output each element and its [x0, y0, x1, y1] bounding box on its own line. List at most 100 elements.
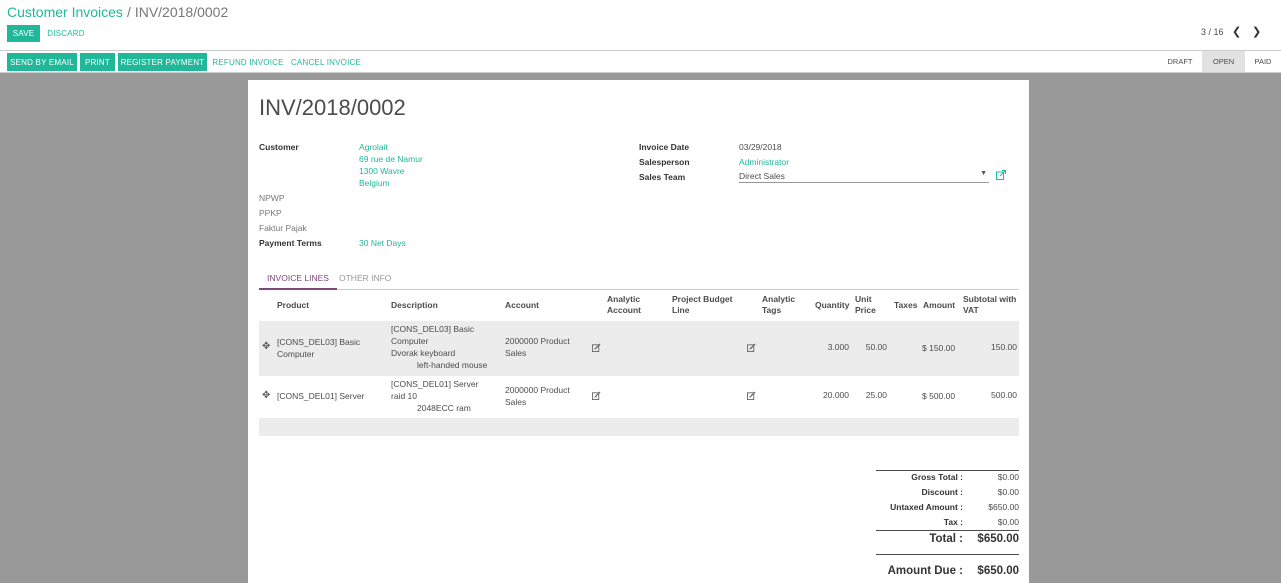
invoice-sheet: INV/2018/0002 Customer Agrolait 69 rue d…	[248, 80, 1029, 583]
untaxed-row: Untaxed Amount : $650.00	[876, 502, 1019, 517]
invoice-date-value[interactable]: 03/29/2018	[739, 142, 782, 152]
chevron-left-icon[interactable]: ❮	[1232, 25, 1241, 38]
line-description: [CONS_DEL03] Basic Computer Dvorak keyboar…	[391, 323, 487, 371]
totals-divider	[876, 530, 1019, 531]
edit-icon[interactable]	[747, 391, 756, 400]
external-link-icon[interactable]	[996, 170, 1006, 180]
print-button[interactable]: PRINT	[80, 53, 115, 71]
gross-total-value: $0.00	[997, 472, 1019, 482]
col-description[interactable]: Description	[391, 300, 438, 311]
ppkp-label: PPKP	[259, 208, 282, 218]
line-quantity: 20.000	[823, 390, 849, 400]
stage-paid: PAID	[1254, 57, 1272, 66]
invoice-title: INV/2018/0002	[259, 95, 406, 120]
faktur-pajak-label: Faktur Pajak	[259, 223, 307, 233]
total-label: Total :	[929, 533, 963, 545]
discount-label: Discount :	[921, 487, 963, 497]
untaxed-value: $650.00	[988, 502, 1019, 512]
line-product: [CONS_DEL03] Basic Computer	[277, 336, 360, 360]
drag-handle-icon[interactable]: ✥	[262, 341, 270, 352]
gross-total-row: Gross Total : $0.00	[876, 472, 1019, 487]
customer-address-city: 1300 Wavre	[359, 166, 405, 176]
breadcrumb-customer-invoices[interactable]: Customer Invoices	[7, 4, 123, 20]
line-subtotal: 150.00	[991, 342, 1017, 352]
customer-label: Customer	[259, 142, 299, 152]
cancel-invoice-button[interactable]: CANCEL INVOICE	[289, 53, 363, 71]
pager-value[interactable]: 3 / 16	[1201, 27, 1224, 37]
breadcrumb: Customer Invoices / INV/2018/0002	[7, 4, 228, 20]
save-button[interactable]: SAVE	[7, 25, 40, 42]
line-account-line1: 2000000 Product	[505, 336, 570, 346]
edit-icon[interactable]	[747, 343, 756, 352]
col-unit-price[interactable]: Unit Price	[855, 294, 876, 316]
col-unit-line1: Unit	[855, 294, 872, 304]
col-analytic-tags[interactable]: Analytic Tags	[762, 294, 795, 316]
salesperson-value[interactable]: Administrator	[739, 157, 789, 167]
stage-open: OPEN	[1202, 51, 1245, 72]
refund-invoice-button[interactable]: REFUND INVOICE	[210, 53, 286, 71]
col-tags-line1: Analytic	[762, 294, 796, 304]
line-description-line3: 2048ECC ram	[417, 403, 471, 413]
pager: 3 / 16 ❮ ❯	[1201, 26, 1281, 40]
line-account-line2: Sales	[505, 397, 527, 407]
col-analytic-account-line1: Analytic	[607, 294, 641, 304]
totals-divider	[876, 470, 1019, 471]
add-line-row[interactable]	[259, 418, 1019, 436]
line-description-line1: [CONS_DEL01] Server	[391, 379, 479, 389]
line-subtotal: 500.00	[991, 390, 1017, 400]
sales-team-label: Sales Team	[639, 172, 686, 182]
col-product[interactable]: Product	[277, 300, 309, 311]
line-description-line2: Computer	[391, 336, 429, 346]
col-budget-line2: Line	[672, 305, 690, 315]
customer-name[interactable]: Agrolait	[359, 142, 388, 152]
tab-invoice-lines[interactable]: INVOICE LINES	[259, 270, 337, 290]
register-payment-button[interactable]: REGISTER PAYMENT	[118, 53, 207, 71]
notebook-tabs: INVOICE LINES OTHER INFO	[259, 270, 1019, 290]
line-quantity: 3.000	[827, 342, 849, 352]
total-value: $650.00	[977, 533, 1019, 545]
col-tags-line2: Tags	[762, 305, 782, 315]
col-taxes[interactable]: Taxes	[894, 300, 917, 311]
sales-team-select[interactable]: Direct Sales ▼	[739, 170, 989, 183]
salesperson-label: Salesperson	[639, 157, 690, 167]
invoice-date-label: Invoice Date	[639, 142, 690, 152]
tax-value: $0.00	[997, 517, 1019, 527]
stage-draft: DRAFT	[1167, 57, 1193, 66]
payment-terms-value[interactable]: 30 Net Days	[359, 238, 406, 248]
table-row[interactable]: ✥ [CONS_DEL01] Server [CONS_DEL01] Serve…	[259, 376, 1019, 418]
col-amount[interactable]: Amount	[923, 300, 955, 311]
control-panel: Customer Invoices / INV/2018/0002 SAVE DIS…	[0, 0, 1281, 50]
line-product-line1: [CONS_DEL03] Basic	[277, 337, 361, 347]
line-unit-price: 25.00	[865, 390, 887, 400]
line-account-line1: 2000000 Product	[505, 385, 570, 395]
amount-due-value: $650.00	[977, 565, 1019, 577]
send-by-email-button[interactable]: SEND BY EMAIL	[7, 53, 77, 71]
totals-divider	[876, 554, 1019, 555]
table-row[interactable]: ✥ [CONS_DEL03] Basic Computer [CONS_DEL03…	[259, 321, 1019, 376]
drag-handle-icon[interactable]: ✥	[262, 390, 270, 401]
amount-due-row: Amount Due : $650.00	[876, 565, 1019, 583]
tab-other-info[interactable]: OTHER INFO	[339, 270, 391, 290]
col-quantity[interactable]: Quantity	[815, 300, 849, 311]
line-description: [CONS_DEL01] Server raid 10 2048ECC ram	[391, 378, 478, 414]
line-account: 2000000 Product Sales	[505, 335, 570, 359]
customer-address-country: Belgium	[359, 178, 390, 188]
col-subtotal-vat[interactable]: Subtotal with VAT	[963, 294, 1016, 316]
customer-address-street: 69 rue de Namur	[359, 154, 423, 164]
breadcrumb-current: INV/2018/0002	[134, 4, 229, 20]
amount-due-label: Amount Due :	[887, 565, 963, 577]
edit-icon[interactable]	[592, 343, 601, 352]
col-analytic-account-line2: Account	[607, 305, 641, 315]
col-account[interactable]: Account	[505, 300, 539, 311]
col-analytic-account[interactable]: Analytic Account	[607, 294, 641, 316]
edit-icon[interactable]	[592, 391, 601, 400]
col-project-budget-line[interactable]: Project Budget Line	[672, 294, 732, 316]
discard-button[interactable]: DISCARD	[44, 25, 88, 42]
chevron-right-icon[interactable]: ❯	[1252, 25, 1261, 38]
sales-team-value: Direct Sales	[739, 171, 785, 181]
untaxed-label: Untaxed Amount :	[890, 502, 963, 512]
total-row: Total : $650.00	[876, 533, 1019, 551]
npwp-label: NPWP	[259, 193, 285, 203]
line-description-line3: Dvorak keyboard	[391, 348, 456, 358]
breadcrumb-separator: /	[126, 4, 131, 20]
